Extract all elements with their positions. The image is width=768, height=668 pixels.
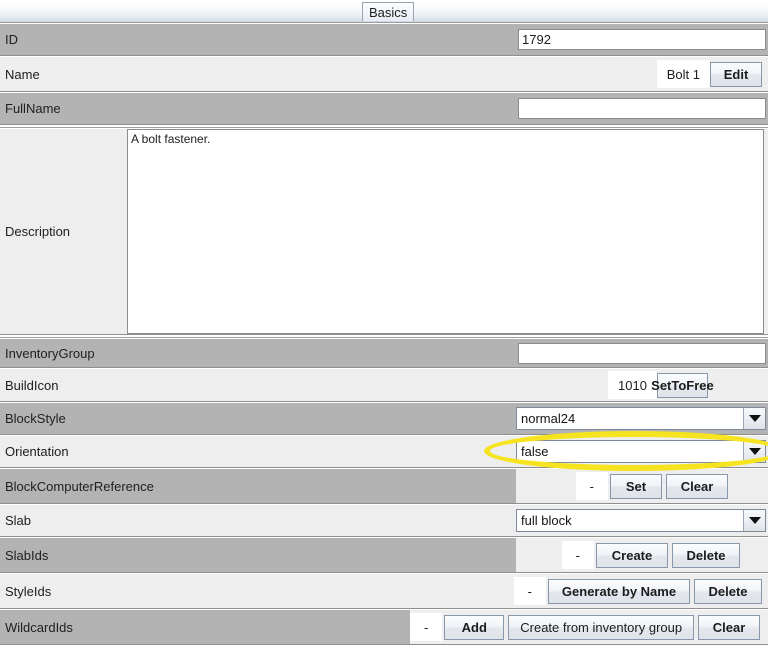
row-wildcardids: WildcardIds - Add Create from inventory … — [0, 609, 768, 645]
name-value: Bolt 1 — [656, 60, 710, 88]
row-slab: Slab full block — [0, 504, 768, 537]
id-input[interactable]: 1792 — [518, 29, 766, 50]
create-slabid-button-label: Create — [611, 547, 653, 563]
label-inventorygroup: InventoryGroup — [5, 345, 95, 361]
inventorygroup-input[interactable] — [518, 342, 766, 364]
row-fullname: FullName — [0, 92, 768, 125]
row-buildicon: BuildIcon 1010 SetToFree — [0, 368, 768, 402]
blockstyle-combobox-value: normal24 — [521, 411, 576, 426]
blockstyle-combobox[interactable]: normal24 — [516, 407, 766, 430]
label-id: ID — [5, 32, 18, 47]
buildicon-value: 1010 — [608, 371, 657, 399]
edit-name-button[interactable]: Edit — [710, 61, 762, 87]
add-wildcardid-button-label: Add — [461, 619, 487, 635]
edit-name-button-label: Edit — [723, 66, 749, 82]
delete-slabid-button-label: Delete — [686, 547, 726, 563]
label-styleids: StyleIds — [5, 583, 52, 599]
wildcardids-value-text: - — [424, 619, 429, 635]
add-wildcardid-button[interactable]: Add — [444, 614, 505, 640]
blockcomputerreference-value-text: - — [589, 478, 594, 494]
blockcomputerreference-value: - — [575, 472, 608, 500]
label-slabids: SlabIds — [5, 547, 49, 563]
set-to-free-button[interactable]: SetToFree — [651, 372, 714, 398]
create-from-inventory-group-button-label: Create from inventory group — [520, 619, 683, 635]
create-from-inventory-group-button[interactable]: Create from inventory group — [508, 614, 695, 640]
set-to-free-button-label: SetToFree — [651, 377, 714, 393]
set-blockcomputerreference-button-label: Set — [625, 478, 647, 494]
row-description: Description A bolt fastener. — [0, 128, 768, 335]
label-blockstyle: BlockStyle — [5, 411, 66, 426]
delete-styleid-button[interactable]: Delete — [694, 578, 762, 604]
generate-by-name-button-label: Generate by Name — [561, 583, 677, 599]
clear-blockcomputerreference-button[interactable]: Clear — [666, 473, 728, 499]
row-styleids: StyleIds - Generate by Name Delete — [0, 573, 768, 609]
clear-wildcardids-button-label: Clear — [712, 619, 746, 635]
clear-blockcomputerreference-button-label: Clear — [680, 478, 714, 494]
chevron-down-icon[interactable] — [743, 510, 765, 531]
label-blockcomputerreference: BlockComputerReference — [5, 478, 154, 494]
row-blockstyle: BlockStyle normal24 — [0, 402, 768, 435]
tab-basics[interactable]: Basics — [362, 2, 415, 21]
row-orientation: Orientation false — [0, 435, 768, 468]
label-fullname: FullName — [5, 101, 61, 116]
set-blockcomputerreference-button[interactable]: Set — [610, 473, 662, 499]
label-wildcardids: WildcardIds — [5, 619, 73, 635]
delete-styleid-button-label: Delete — [708, 583, 748, 599]
row-id: ID 1792 — [0, 23, 768, 56]
description-textarea[interactable]: A bolt fastener. — [128, 129, 764, 334]
row-blockcomputerreference: BlockComputerReference - Set Clear — [0, 468, 768, 504]
tab-strip: Basics — [0, 0, 768, 23]
id-input-value: 1792 — [522, 32, 551, 47]
name-value-text: Bolt 1 — [666, 66, 700, 82]
styleids-value-text: - — [527, 583, 532, 599]
label-description: Description — [0, 129, 128, 334]
generate-by-name-button[interactable]: Generate by Name — [548, 578, 690, 604]
label-name: Name — [5, 66, 40, 82]
row-slabids: SlabIds - Create Delete — [0, 537, 768, 573]
orientation-combobox[interactable]: false — [516, 440, 766, 463]
chevron-down-icon[interactable] — [743, 441, 765, 462]
slab-combobox[interactable]: full block — [516, 509, 766, 532]
delete-slabid-button[interactable]: Delete — [672, 542, 740, 568]
orientation-combobox-value: false — [521, 444, 549, 459]
slabids-value-text: - — [575, 547, 580, 563]
clear-wildcardids-button[interactable]: Clear — [698, 614, 760, 640]
slabids-value: - — [561, 541, 594, 569]
fullname-input[interactable] — [518, 98, 766, 119]
description-textarea-value: A bolt fastener. — [131, 132, 211, 146]
chevron-down-icon[interactable] — [743, 408, 765, 429]
create-slabid-button[interactable]: Create — [596, 542, 668, 568]
tab-basics-label: Basics — [369, 4, 408, 20]
buildicon-value-text: 1010 — [618, 377, 647, 393]
slab-combobox-value: full block — [521, 513, 572, 528]
row-name: Name Bolt 1 Edit — [0, 56, 768, 92]
row-inventorygroup: InventoryGroup — [0, 338, 768, 368]
label-orientation: Orientation — [5, 444, 69, 459]
label-buildicon: BuildIcon — [5, 377, 59, 393]
styleids-value: - — [513, 577, 546, 605]
label-slab: Slab — [5, 513, 32, 528]
properties-form: ID 1792 Name Bolt 1 Edit FullName Descri… — [0, 23, 768, 645]
wildcardids-value: - — [410, 613, 443, 641]
